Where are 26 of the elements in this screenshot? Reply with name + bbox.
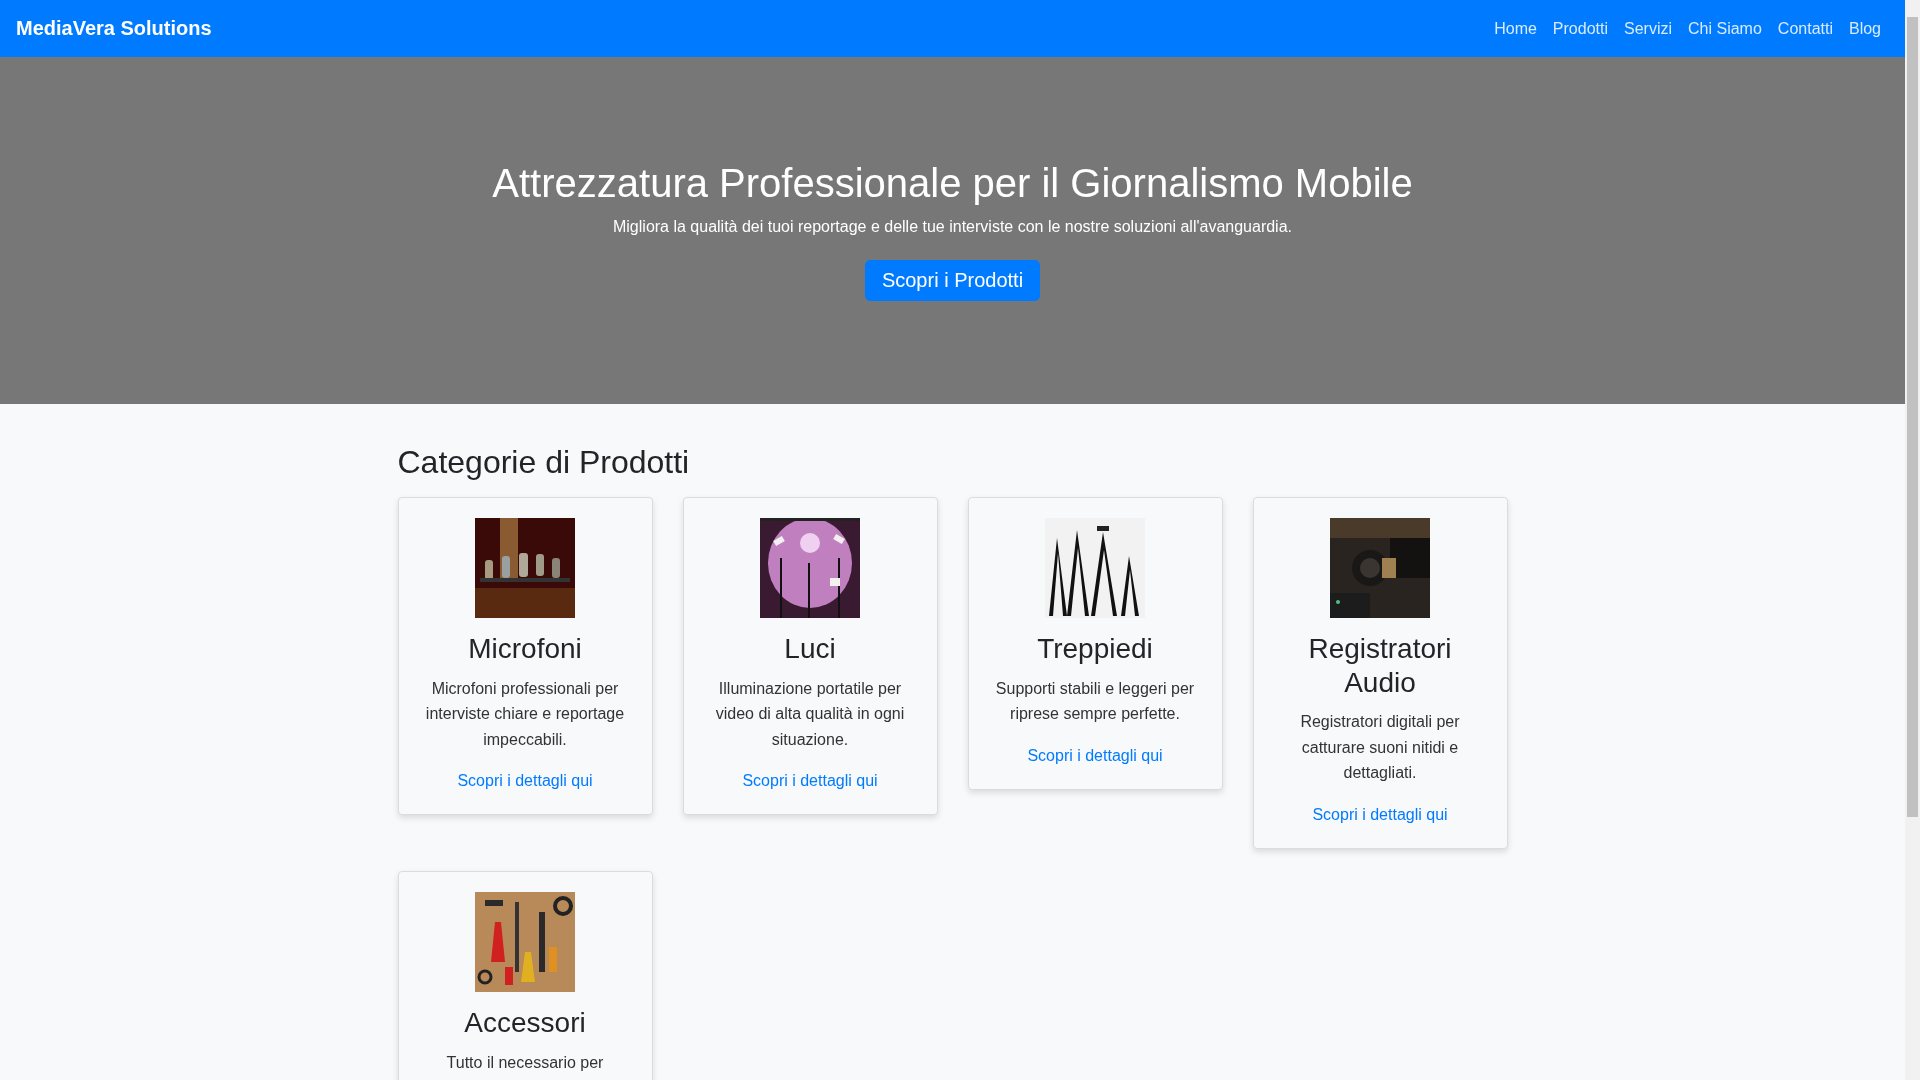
details-link[interactable]: Scopri i dettagli qui [742,772,878,791]
card-description: Tutto il necessario per [446,1052,604,1073]
section-title: Categorie di Prodotti [397,444,691,481]
nav-link[interactable]: Contatti [1769,19,1841,38]
card-title: Treppiedi [1037,632,1153,666]
nav-link[interactable]: Servizi [1616,19,1680,38]
hero-subtitle: Migliora la qualità dei tuoi reportage e delle tue interviste con le nostre soluzioni all'avanguardia. [613,217,1292,236]
card-title: Accessori [464,1005,586,1040]
nav-link[interactable]: Home [1486,19,1545,38]
card-description: Registratori digitali per catturare suoni nitidi e dettagliati. [1299,712,1461,784]
details-link[interactable]: Scopri i dettagli qui [1027,746,1163,765]
brand-link[interactable]: MediaVera Solutions [16,17,212,40]
hero-title: Attrezzatura Professionale per il Giornalismo Mobile [492,160,1413,206]
card-description: Microfoni professionali per interviste chiare e reportage impeccabili. [424,678,626,750]
nav-link[interactable]: Blog [1840,19,1889,38]
card-title: Microfoni [468,632,582,666]
details-link[interactable]: Scopri i dettagli qui [1312,805,1448,824]
nav-link[interactable]: Prodotti [1544,19,1616,38]
card-description: Illuminazione portatile per video di alta qualità in ogni situazione. [714,678,906,750]
card-title: Registratori Audio [1307,632,1453,700]
scrollbar[interactable] [1905,0,1920,1080]
products-button[interactable]: Scopri i Prodotti [864,259,1041,301]
card-title: Luci [784,632,836,666]
details-link[interactable]: Scopri i dettagli qui [457,772,593,791]
nav-link[interactable]: Chi Siamo [1680,19,1770,38]
card-description: Supporti stabili e leggeri per riprese sempre perfette. [994,678,1196,725]
